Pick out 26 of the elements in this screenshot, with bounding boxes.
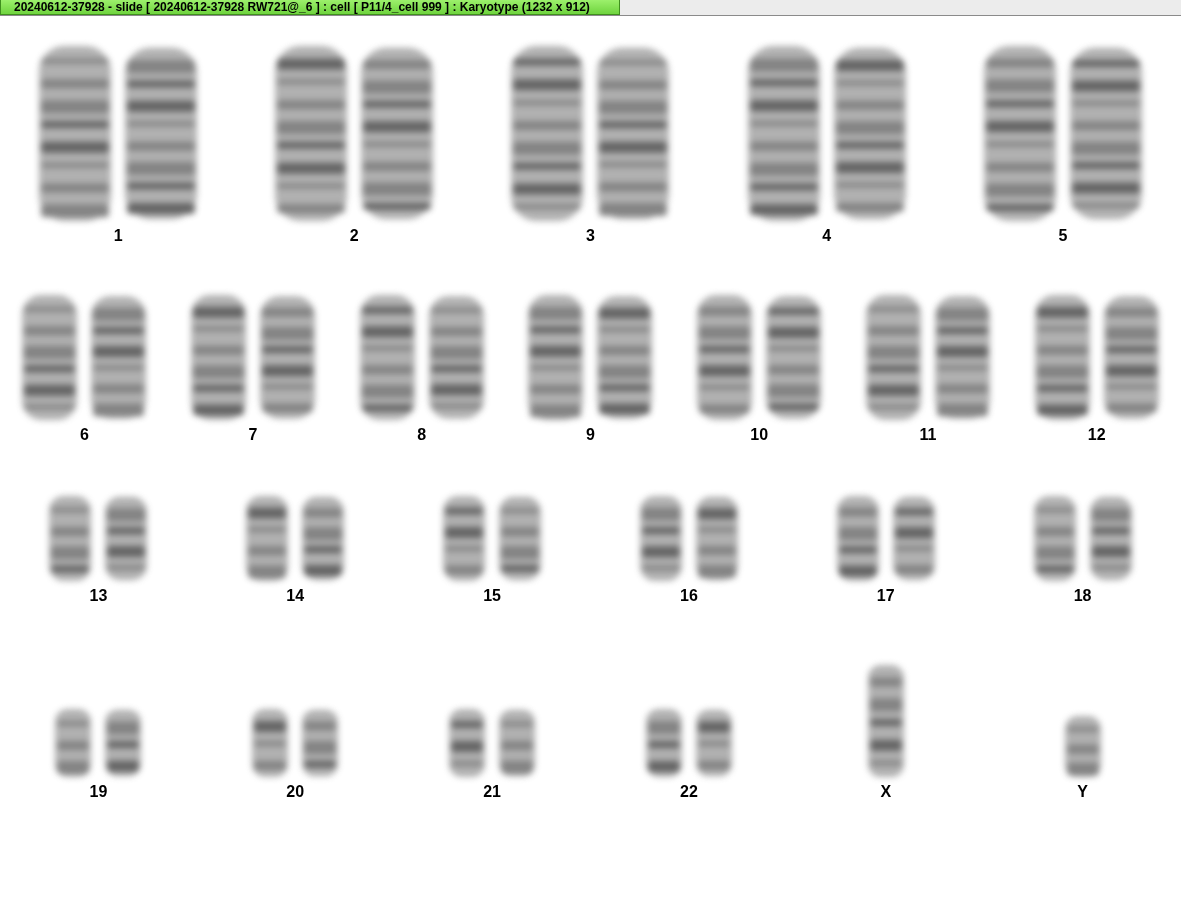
chromosome-label: 17: [876, 587, 895, 605]
chromosome-label: 14: [286, 587, 305, 605]
chromosome-label: 9: [586, 426, 595, 444]
chromosome-label: 21: [483, 783, 501, 802]
chromosome-label: 10: [750, 426, 769, 444]
chromosome-label: 19: [89, 783, 108, 802]
chromosome-label: 7: [248, 426, 258, 444]
chromosome-label: 4: [822, 227, 832, 245]
chromosome-label: 18: [1073, 587, 1092, 605]
chromosome-label: 8: [417, 426, 427, 444]
chromosome-label: 6: [79, 426, 89, 444]
chromosome-label: 15: [483, 587, 501, 605]
chromosome-label: 3: [586, 227, 595, 245]
chromosome-label: 12: [1087, 426, 1106, 444]
chromosome-label: Y: [1077, 783, 1088, 802]
chromosome-label: 22: [680, 783, 698, 802]
chromosome-label: 2: [349, 227, 359, 245]
chromosome-label: 11: [919, 426, 937, 444]
chromosome-drawing: [1062, 716, 1103, 778]
chromosome-label: 16: [680, 587, 698, 605]
window-title: 20240612-37928 - slide [ 20240612-37928 RW721@_6 ] : cell [ P11/4_cell 999 ] : Karyotype (1232 x 912): [0, 0, 620, 15]
chromosome-label: 5: [1058, 227, 1068, 245]
chromosome-label: 1: [113, 227, 123, 245]
chromosome-label: 20: [286, 783, 305, 802]
chromosome-label: 13: [89, 587, 108, 605]
chromosome-label: X: [880, 783, 892, 802]
